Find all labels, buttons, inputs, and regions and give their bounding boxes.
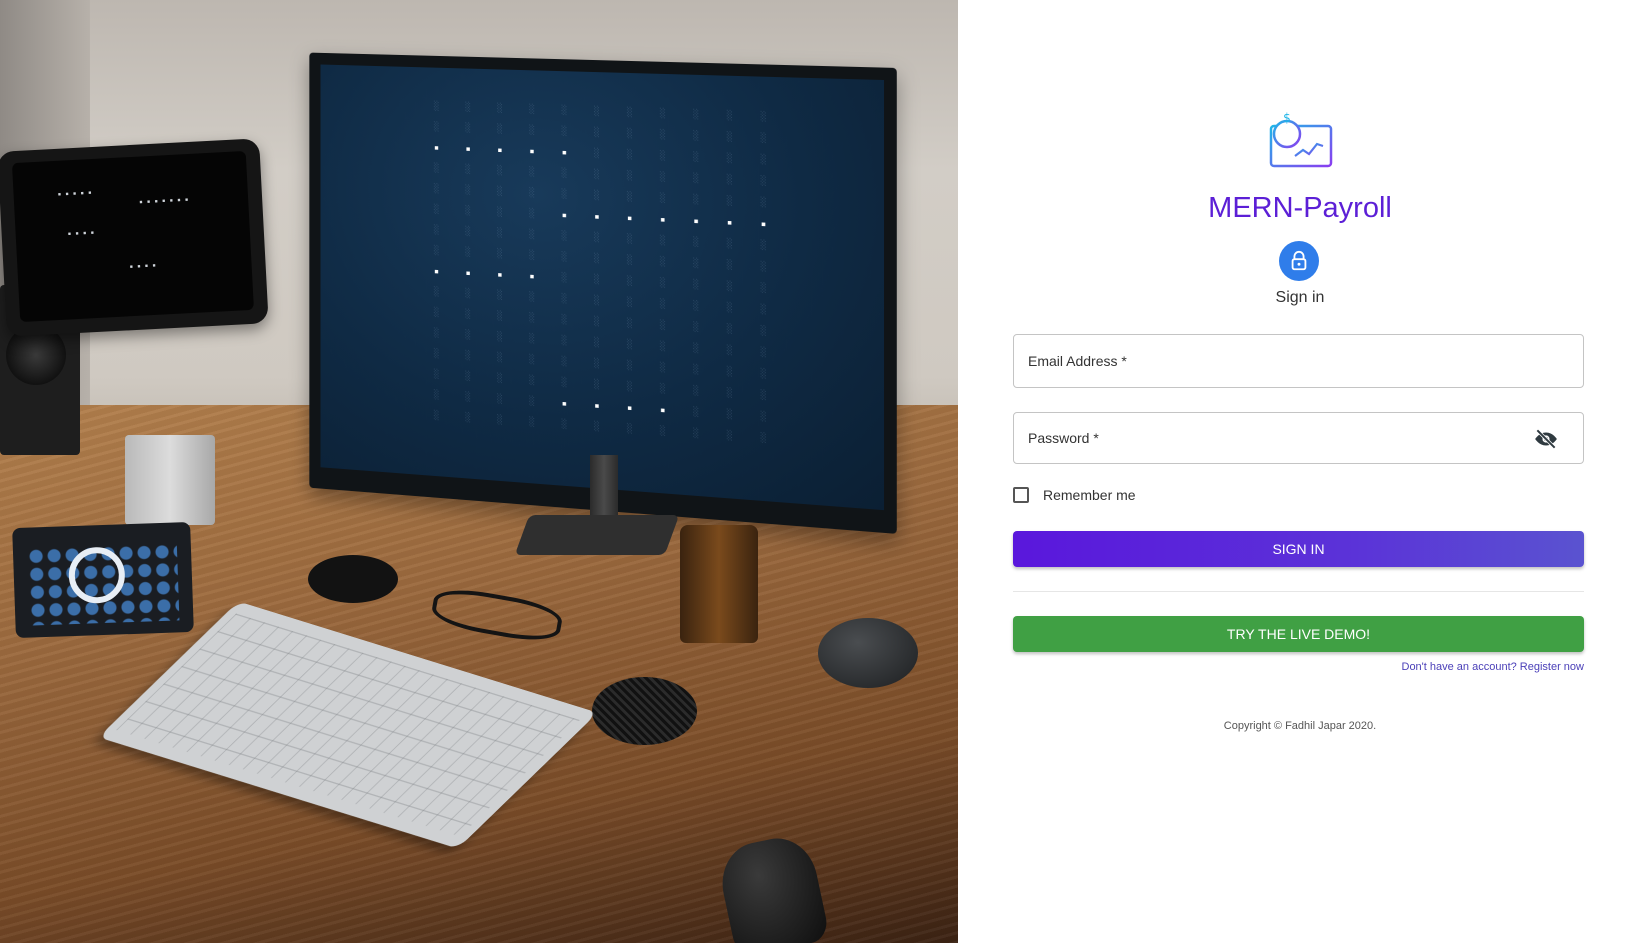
divider <box>1013 591 1584 592</box>
tablet-word: ▪▪▪▪ <box>129 261 161 271</box>
lock-icon <box>1291 250 1307 271</box>
email-field[interactable]: Email Address * <box>1013 334 1584 388</box>
tablet-word: ▪▪▪▪▪ <box>57 188 96 198</box>
monitor-screen: ░ ░ ░ ░ ░ ░ ░ ░ ░ ░ ░ ░ ░ ░ ░ ░ ░ ░ ░ ░ … <box>320 64 885 511</box>
copyright: Copyright © Fadhil Japar 2020. <box>1223 720 1377 732</box>
svg-text:$: $ <box>1283 112 1291 125</box>
stream-deck <box>12 521 194 639</box>
register-link[interactable]: Don't have an account? Register now <box>1284 661 1585 673</box>
tablet-word: ▪▪▪▪ <box>67 228 99 238</box>
hero-photo: ▪▪▪▪▪ ▪▪▪▪▪▪▪ ▪▪▪▪ ▪▪▪▪ ░ ░ ░ ░ ░ ░ ░ ░ … <box>0 0 958 943</box>
brand-title: MERN-Payroll <box>1208 192 1392 224</box>
email-input[interactable] <box>1014 335 1583 387</box>
visibility-off-icon[interactable] <box>1533 426 1559 452</box>
tablet-clock: ▪▪▪▪▪ ▪▪▪▪▪▪▪ ▪▪▪▪ ▪▪▪▪ <box>0 138 269 337</box>
remember-label: Remember me <box>1043 487 1136 503</box>
coaster <box>592 677 697 745</box>
payroll-dashboard-icon: $ <box>1269 112 1333 177</box>
remember-me[interactable]: Remember me <box>1013 485 1136 505</box>
signin-heading: Sign in <box>1275 289 1325 306</box>
lock-avatar <box>1279 241 1319 281</box>
word-clock-grid: ░ ░ ░ ░ ░ ░ ░ ░ ░ ░ ░ ░ ░ ░ ░ ░ ░ ░ ░ ░ … <box>433 101 778 445</box>
pen-holder <box>125 435 215 525</box>
live-demo-button[interactable]: TRY THE LIVE DEMO! <box>1013 616 1584 652</box>
signin-button[interactable]: SIGN IN <box>1013 531 1584 567</box>
tablet-word: ▪▪▪▪▪▪▪ <box>138 195 193 206</box>
earbuds-case <box>308 555 398 603</box>
candle-jar <box>680 525 758 643</box>
monitor-stand-base <box>514 515 680 555</box>
tablet-screen: ▪▪▪▪▪ ▪▪▪▪▪▪▪ ▪▪▪▪ ▪▪▪▪ <box>11 150 254 323</box>
remember-checkbox[interactable] <box>1013 487 1029 503</box>
smart-speaker <box>818 618 918 688</box>
password-input[interactable] <box>1014 413 1583 463</box>
password-field[interactable]: Password * <box>1013 412 1584 464</box>
